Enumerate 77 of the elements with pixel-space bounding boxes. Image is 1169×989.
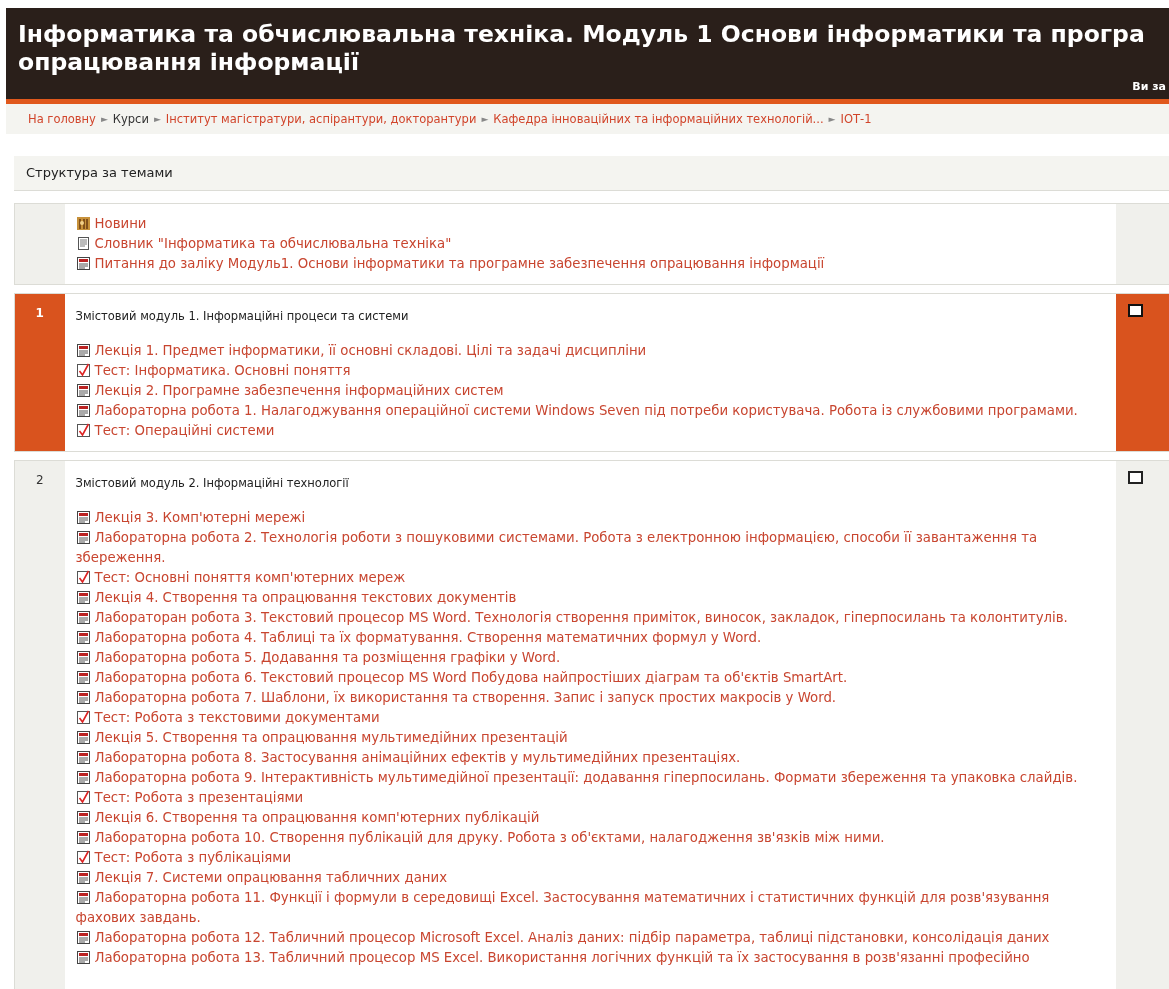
activity-link[interactable]: Лабораторна робота 5. Додавання та розміщення графіки у Word. xyxy=(75,648,1097,668)
pdf-file-icon xyxy=(75,730,91,745)
activity-link[interactable]: Лекція 3. Комп'ютерні мережі xyxy=(75,508,1097,528)
activity-link[interactable]: Лабораторна робота 10. Створення публікацій для друку. Робота з об'єктами, налагодження зв'язків між ними. xyxy=(75,828,1097,848)
activity-link[interactable]: Лабораторна робота 9. Інтерактивність мультимедійної презентації: додавання гіперпосилань. Формати збереження та упаковка слайдів. xyxy=(75,768,1097,788)
pdf-file-icon xyxy=(75,950,91,965)
activity-link[interactable]: Тест: Робота з публікаціями xyxy=(75,848,1097,868)
activity-link[interactable]: Лабораторна робота 2. Технологія роботи з пошуковими системами. Робота з електронною інформацією, способи її завантаження та збереження. xyxy=(75,528,1097,568)
pdf-file-icon xyxy=(75,590,91,605)
checkmark-document-icon xyxy=(75,363,91,378)
activity-link[interactable]: Тест: Основні поняття комп'ютерних мереж xyxy=(75,568,1097,588)
section-heading: Структура за темами xyxy=(14,156,1169,191)
document-icon xyxy=(75,236,91,251)
breadcrumb-link[interactable]: Кафедра інноваційних та інформаційних технологій... xyxy=(493,112,824,126)
highlight-toggle-icon[interactable] xyxy=(1128,304,1144,317)
pdf-file-icon xyxy=(75,510,91,525)
activity-link[interactable]: Новини xyxy=(75,214,1097,234)
checkmark-document-icon xyxy=(75,710,91,725)
checkmark-document-icon xyxy=(75,570,91,585)
pdf-file-icon xyxy=(75,890,91,905)
activity-link[interactable]: Лабораторан робота 3. Текстовий процесор MS Word. Технологія створення приміток, виносок, закладок, гіперпосилань та колонтитулів. xyxy=(75,608,1097,628)
activity-link[interactable]: Лекція 7. Системи опрацювання табличних даних xyxy=(75,868,1097,888)
activity-link[interactable]: Лабораторна робота 11. Функції і формули в середовищі Excel. Застосування математичних і статистичних функцій для розв'язування фахових завдань. xyxy=(75,888,1097,928)
activity-link[interactable]: Лекція 6. Створення та опрацювання комп'ютерних публікацій xyxy=(75,808,1097,828)
activity-link[interactable]: Лабораторна робота 12. Табличний процесор Microsoft Excel. Аналіз даних: підбір параметра, таблиці підстановки, консолідація даних xyxy=(75,928,1097,948)
people-icon xyxy=(75,216,91,231)
pdf-file-icon xyxy=(75,930,91,945)
activity-link[interactable]: Лекція 4. Створення та опрацювання текстових документів xyxy=(75,588,1097,608)
pdf-file-icon xyxy=(75,690,91,705)
activity-link[interactable]: Лекція 1. Предмет інформатики, її основні складові. Цілі та задачі дисципліни xyxy=(75,341,1097,361)
pdf-file-icon xyxy=(75,670,91,685)
activity-link[interactable]: Лабораторна робота 7. Шаблони, їх використання та створення. Запис і запуск простих макросів у Word. xyxy=(75,688,1097,708)
pdf-file-icon xyxy=(75,530,91,545)
breadcrumb-text: Курси xyxy=(112,112,149,126)
pdf-file-icon xyxy=(75,403,91,418)
section-number: 1 xyxy=(35,306,44,320)
section-title: Змістовий модуль 2. Інформаційні технології xyxy=(75,476,350,490)
activity-link[interactable]: Тест: Операційні системи xyxy=(75,421,1097,441)
activity-link[interactable]: Лабораторна робота 4. Таблиці та їх форматування. Створення математичних формул у Word. xyxy=(75,628,1097,648)
highlight-toggle-icon[interactable] xyxy=(1128,471,1144,484)
pdf-file-icon xyxy=(75,610,91,625)
checkmark-document-icon xyxy=(75,850,91,865)
activity-link[interactable]: Словник "Інформатика та обчислювальна техніка" xyxy=(75,234,1097,254)
section-title: Змістовий модуль 1. Інформаційні процеси та системи xyxy=(75,309,410,323)
breadcrumb-separator: ► xyxy=(153,114,161,124)
pdf-file-icon xyxy=(75,630,91,645)
activity-link[interactable]: Тест: Робота з текстовими документами xyxy=(75,708,1097,728)
pdf-file-icon xyxy=(75,650,91,665)
activity-link[interactable]: Лекція 2. Програмне забезпечення інформаційних систем xyxy=(75,381,1097,401)
activity-link[interactable]: Питання до заліку Модуль1. Основи інформатики та програмне забезпечення опрацювання інформації xyxy=(75,254,1097,274)
course-title: опрацювання інформації xyxy=(18,48,359,76)
pdf-file-icon xyxy=(75,770,91,785)
breadcrumb-link[interactable]: Інститут магістратури, аспірантури, докторантури xyxy=(165,112,477,126)
breadcrumb-link[interactable]: На головну xyxy=(28,112,96,126)
section-number: 2 xyxy=(35,473,44,487)
pdf-file-icon xyxy=(75,750,91,765)
activity-link[interactable]: Лабораторна робота 6. Текстовий процесор MS Word Побудова найпростіших діаграм та об'єктів SmartArt. xyxy=(75,668,1097,688)
activity-link[interactable]: Лабораторна робота 1. Налагоджування операційної системи Windows Seven під потреби користувача. Робота із службовими програмами. xyxy=(75,401,1097,421)
checkmark-document-icon xyxy=(75,790,91,805)
breadcrumb-link[interactable]: ІОТ-1 xyxy=(840,112,872,126)
course-title: Інформатика та обчислювальна техніка. Модуль 1 Основи інформатики та програ xyxy=(18,20,1145,48)
checkmark-document-icon xyxy=(75,423,91,438)
pdf-file-icon xyxy=(75,256,91,271)
breadcrumb-separator: ► xyxy=(828,114,836,124)
breadcrumb-separator: ► xyxy=(481,114,489,124)
pdf-file-icon xyxy=(75,810,91,825)
activity-link[interactable]: Лабораторна робота 13. Табличний процесор MS Excel. Використання логічних функцій та їх застосування в розв'язанні професійно xyxy=(75,948,1097,968)
pdf-file-icon xyxy=(75,343,91,358)
pdf-file-icon xyxy=(75,870,91,885)
activity-link[interactable]: Лабораторна робота 8. Застосування анімаційних ефектів у мультимедійних презентаціях. xyxy=(75,748,1097,768)
activity-link[interactable]: Тест: Робота з презентаціями xyxy=(75,788,1097,808)
activity-link[interactable]: Тест: Інформатика. Основні поняття xyxy=(75,361,1097,381)
breadcrumb-separator: ► xyxy=(100,114,108,124)
pdf-file-icon xyxy=(75,383,91,398)
login-info: Ви за xyxy=(1132,80,1166,93)
activity-link[interactable]: Лекція 5. Створення та опрацювання мультимедійних презентацій xyxy=(75,728,1097,748)
pdf-file-icon xyxy=(75,830,91,845)
